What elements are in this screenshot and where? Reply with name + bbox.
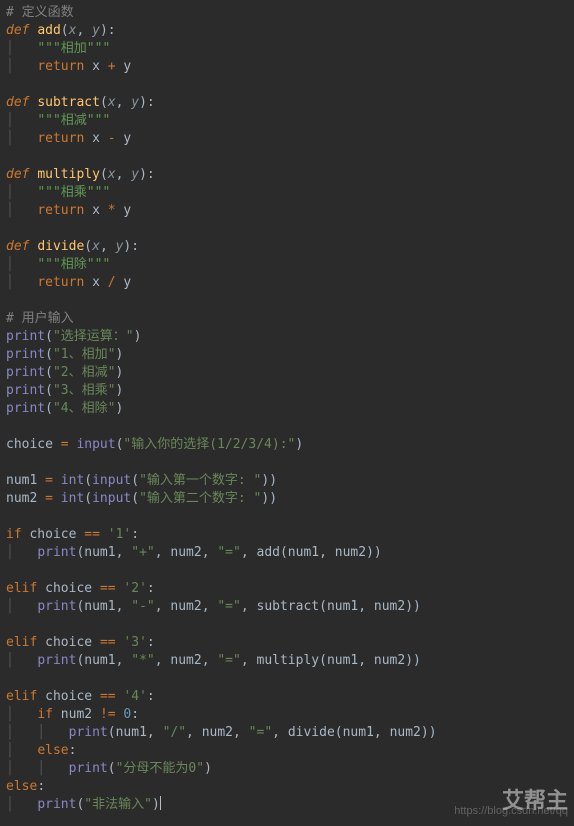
param-y: y xyxy=(92,23,100,38)
str: "/" xyxy=(163,725,186,740)
fn-print: print xyxy=(6,365,45,380)
str: "=" xyxy=(217,653,240,668)
param-y: y xyxy=(131,167,139,182)
docstring: """相乘""" xyxy=(37,185,110,200)
fn-print: print xyxy=(37,653,76,668)
comment: # 用户输入 xyxy=(6,311,74,326)
str: "输入你的选择(1/2/3/4):" xyxy=(123,437,295,452)
fn-input: input xyxy=(92,473,131,488)
kw-return: return xyxy=(37,203,84,218)
str: '2' xyxy=(123,581,146,596)
kw-if: if xyxy=(6,527,22,542)
str: '1' xyxy=(108,527,131,542)
kw-if: if xyxy=(37,707,53,722)
str: "=" xyxy=(217,599,240,614)
text-cursor xyxy=(160,796,161,810)
str: "2、相减" xyxy=(53,365,115,380)
fn-print: print xyxy=(69,761,108,776)
var-choice: choice xyxy=(45,635,92,650)
var-choice: choice xyxy=(45,581,92,596)
param-x: x xyxy=(108,95,116,110)
fn-input: input xyxy=(76,437,115,452)
kw-def: def xyxy=(6,167,29,182)
kw-elif: elif xyxy=(6,581,37,596)
kw-return: return xyxy=(37,59,84,74)
var-choice: choice xyxy=(6,437,53,452)
fn-multiply: multiply xyxy=(37,167,100,182)
var-num2: num2 xyxy=(6,491,37,506)
str: "=" xyxy=(217,545,240,560)
str: '4' xyxy=(123,689,146,704)
fn-divide: divide xyxy=(37,239,84,254)
kw-return: return xyxy=(37,131,84,146)
kw-else: else xyxy=(6,779,37,794)
fn-int: int xyxy=(61,491,84,506)
str: "选择运算：" xyxy=(53,329,134,344)
kw-else: else xyxy=(37,743,68,758)
param-x: x xyxy=(108,167,116,182)
comment: # 定义函数 xyxy=(6,5,74,20)
kw-def: def xyxy=(6,95,29,110)
fn-subtract: subtract xyxy=(37,95,100,110)
kw-return: return xyxy=(37,275,84,290)
str: "3、相乘" xyxy=(53,383,115,398)
str: "1、相加" xyxy=(53,347,115,362)
docstring: """相加""" xyxy=(37,41,110,56)
kw-def: def xyxy=(6,239,29,254)
fn-print: print xyxy=(69,725,108,740)
fn-print: print xyxy=(6,329,45,344)
var-choice: choice xyxy=(29,527,76,542)
kw-elif: elif xyxy=(6,689,37,704)
str: "分母不能为0" xyxy=(116,761,204,776)
str: "=" xyxy=(249,725,272,740)
param-x: x xyxy=(92,239,100,254)
var-num1: num1 xyxy=(6,473,37,488)
kw-elif: elif xyxy=(6,635,37,650)
str: '3' xyxy=(123,635,146,650)
var-choice: choice xyxy=(45,689,92,704)
fn-int: int xyxy=(61,473,84,488)
str: "输入第二个数字: " xyxy=(139,491,261,506)
op-eq: == xyxy=(100,689,116,704)
fn-add: add xyxy=(37,23,60,38)
kw-def: def xyxy=(6,23,29,38)
str: "4、相除" xyxy=(53,401,115,416)
fn-print: print xyxy=(6,401,45,416)
op-eq: == xyxy=(100,635,116,650)
op-eq: == xyxy=(100,581,116,596)
docstring: """相减""" xyxy=(37,113,110,128)
str: "*" xyxy=(131,653,154,668)
fn-print: print xyxy=(37,599,76,614)
str: "-" xyxy=(131,599,154,614)
fn-print: print xyxy=(6,347,45,362)
fn-input: input xyxy=(92,491,131,506)
str: "输入第一个数字: " xyxy=(139,473,261,488)
fn-print: print xyxy=(6,383,45,398)
str: "非法输入" xyxy=(84,797,152,812)
param-y: y xyxy=(131,95,139,110)
op-ne: != xyxy=(100,707,116,722)
fn-print: print xyxy=(37,797,76,812)
str: "+" xyxy=(131,545,154,560)
code-block: # 定义函数 def add(x, y): │ """相加""" │ retur… xyxy=(0,0,574,818)
docstring: """相除""" xyxy=(37,257,110,272)
fn-print: print xyxy=(37,545,76,560)
op-eq: == xyxy=(84,527,100,542)
